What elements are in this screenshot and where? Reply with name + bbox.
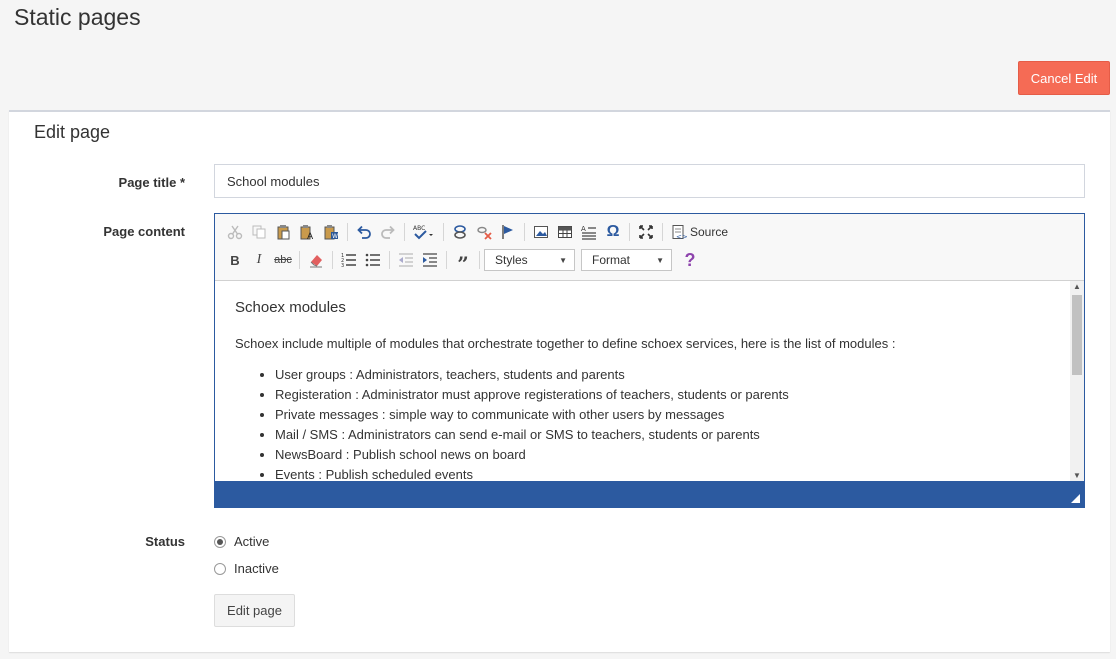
anchor-flag-icon[interactable] xyxy=(496,220,520,244)
editor-statusbar xyxy=(215,481,1084,507)
content-heading: Schoex modules xyxy=(235,299,346,316)
toolbar-separator xyxy=(443,223,444,241)
toolbar-separator xyxy=(347,223,348,241)
scroll-down-icon[interactable]: ▼ xyxy=(1073,471,1081,480)
list-item: Private messages : simple way to communi… xyxy=(275,405,1050,425)
list-item: Mail / SMS : Administrators can send e-m… xyxy=(275,425,1050,445)
svg-text:A: A xyxy=(581,225,586,233)
spellcheck-icon[interactable]: ABC xyxy=(409,220,439,244)
italic-button[interactable]: I xyxy=(247,248,271,272)
list-item: Registeration : Administrator must appro… xyxy=(275,385,1050,405)
status-inactive-label: Inactive xyxy=(234,561,279,576)
styles-label: Styles xyxy=(495,253,528,267)
chevron-down-icon: ▼ xyxy=(656,255,664,265)
source-label: Source xyxy=(690,225,729,239)
bulleted-list-icon[interactable] xyxy=(361,248,385,272)
toolbar-separator xyxy=(662,223,663,241)
toolbar-separator xyxy=(446,251,447,269)
resize-handle-icon[interactable] xyxy=(1071,494,1080,503)
unlink-icon[interactable] xyxy=(472,220,496,244)
rich-text-editor: A W ABC A Ω <> Source B I abc 1 2 3 ” St… xyxy=(214,213,1085,508)
radio-inactive[interactable] xyxy=(214,562,226,575)
help-icon[interactable]: ? xyxy=(678,248,702,272)
svg-text:ABC: ABC xyxy=(413,225,425,232)
toolbar-separator xyxy=(629,223,630,241)
editor-content-area[interactable]: Schoex modules Schoex include multiple o… xyxy=(215,281,1070,481)
source-icon: <> xyxy=(672,225,687,240)
paste-icon[interactable] xyxy=(271,220,295,244)
remove-format-icon[interactable] xyxy=(304,248,328,272)
table-icon[interactable] xyxy=(553,220,577,244)
paste-word-icon[interactable]: W xyxy=(319,220,343,244)
svg-text:W: W xyxy=(332,233,338,240)
page-content-label: Page content xyxy=(103,224,185,239)
source-button[interactable]: <> Source xyxy=(667,220,732,244)
content-intro: Schoex include multiple of modules that … xyxy=(235,336,896,351)
toolbar-separator xyxy=(404,223,405,241)
page-title: Static pages xyxy=(14,4,141,30)
edit-page-panel: Edit page Page title * Page content A W xyxy=(9,110,1110,652)
list-item: NewsBoard : Publish school news on board xyxy=(275,445,1050,465)
status-active-option[interactable]: Active xyxy=(214,534,269,549)
redo-icon[interactable] xyxy=(376,220,400,244)
image-icon[interactable] xyxy=(529,220,553,244)
svg-text:A: A xyxy=(307,232,314,240)
toolbar-separator xyxy=(479,251,480,269)
list-item: User groups : Administrators, teachers, … xyxy=(275,365,1050,385)
copy-icon[interactable] xyxy=(247,220,271,244)
page-title-label: Page title * xyxy=(118,175,185,190)
status-label: Status xyxy=(145,534,185,549)
svg-text:3: 3 xyxy=(341,263,344,268)
list-item: Events : Publish scheduled events xyxy=(275,465,1050,481)
toolbar-separator xyxy=(524,223,525,241)
blockquote-icon[interactable]: ” xyxy=(451,248,475,276)
editor-toolbar: A W ABC A Ω <> Source B I abc 1 2 3 ” St… xyxy=(215,214,1084,281)
radio-active[interactable] xyxy=(214,535,226,548)
page-title-input[interactable] xyxy=(214,164,1085,198)
maximize-icon[interactable] xyxy=(634,220,658,244)
strikethrough-button[interactable]: abc xyxy=(271,248,295,272)
modules-list: User groups : Administrators, teachers, … xyxy=(235,365,1050,481)
chevron-down-icon: ▼ xyxy=(559,255,567,265)
toolbar-separator xyxy=(332,251,333,269)
status-inactive-option[interactable]: Inactive xyxy=(214,561,279,576)
svg-text:<>: <> xyxy=(676,233,687,240)
styles-dropdown[interactable]: Styles ▼ xyxy=(484,249,575,271)
scrollbar-thumb[interactable] xyxy=(1072,295,1082,375)
toolbar-separator xyxy=(299,251,300,269)
paste-text-icon[interactable]: A xyxy=(295,220,319,244)
numbered-list-icon[interactable]: 123 xyxy=(337,248,361,272)
bold-button[interactable]: B xyxy=(223,248,247,272)
cut-icon[interactable] xyxy=(223,220,247,244)
format-label: Format xyxy=(592,253,631,267)
edit-page-button[interactable]: Edit page xyxy=(214,594,295,627)
scroll-up-icon[interactable]: ▲ xyxy=(1073,282,1081,291)
panel-title: Edit page xyxy=(34,122,111,142)
outdent-icon[interactable] xyxy=(394,248,418,272)
indent-icon[interactable] xyxy=(418,248,442,272)
status-active-label: Active xyxy=(234,534,270,549)
toolbar-separator xyxy=(389,251,390,269)
undo-icon[interactable] xyxy=(352,220,376,244)
link-icon[interactable] xyxy=(448,220,472,244)
format-dropdown[interactable]: Format ▼ xyxy=(581,249,672,271)
editor-scrollbar[interactable]: ▲ ▼ xyxy=(1070,281,1084,481)
special-char-icon[interactable]: Ω xyxy=(601,220,625,244)
horizontal-line-icon[interactable]: A xyxy=(577,220,601,244)
cancel-edit-button[interactable]: Cancel Edit xyxy=(1018,61,1110,95)
